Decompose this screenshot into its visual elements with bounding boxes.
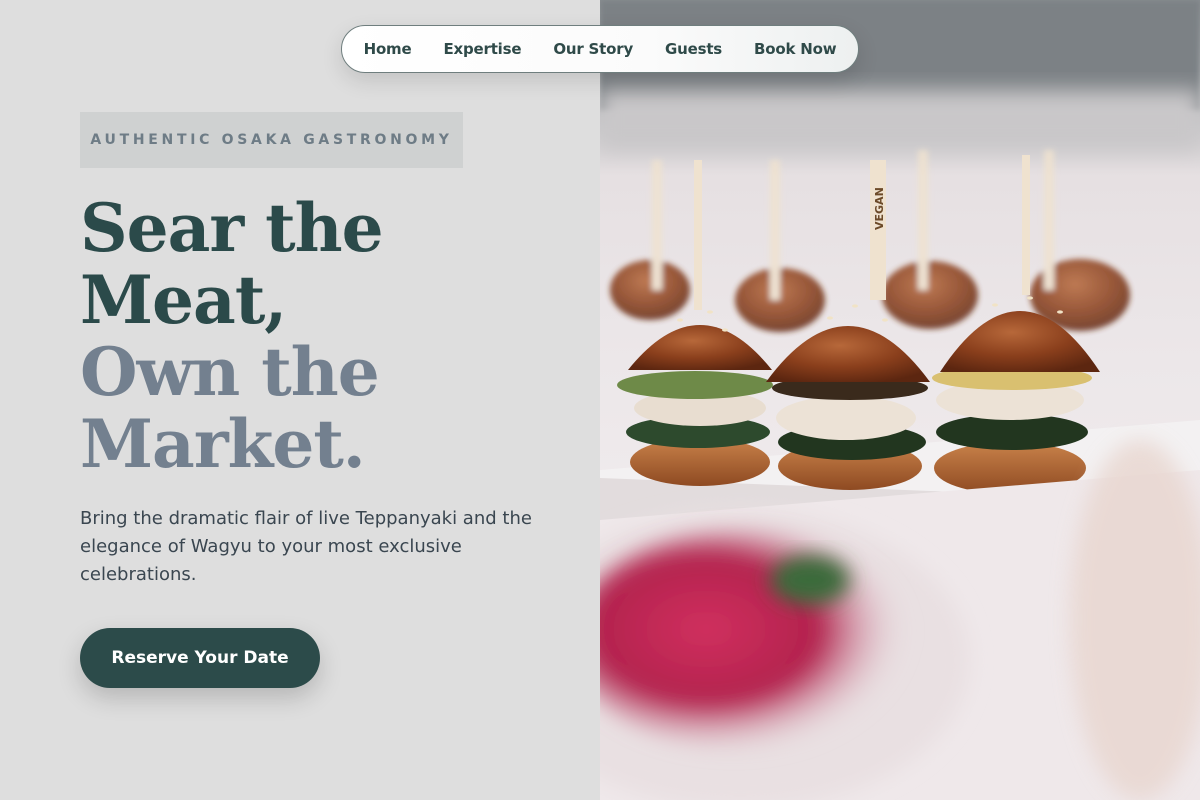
headline-line-2: Meat, [80, 261, 287, 339]
eyebrow-text: AUTHENTIC OSAKA GASTRONOMY [90, 132, 453, 148]
nav-guests-link[interactable]: Guests [665, 40, 722, 58]
hero-description: Bring the dramatic flair of live Teppany… [80, 508, 532, 585]
nav-expertise-link[interactable]: Expertise [443, 40, 521, 58]
hero-headline: Sear the Meat, Own the Market. [80, 189, 384, 483]
reserve-date-button[interactable]: Reserve Your Date [80, 628, 320, 688]
nav-book-now-link[interactable]: Book Now [754, 40, 837, 58]
pick-label: VEGAN [873, 187, 886, 230]
top-nav: Home Expertise Our Story Guests Book Now [341, 25, 859, 73]
headline-line-1: Sear the [80, 189, 384, 267]
eyebrow-badge: AUTHENTIC OSAKA GASTRONOMY [80, 112, 463, 168]
headline-line-4: Market. [80, 405, 366, 483]
nav-home-link[interactable]: Home [364, 40, 412, 58]
nav-our-story-link[interactable]: Our Story [553, 40, 633, 58]
headline-line-3: Own the [80, 333, 380, 411]
hero-photo: VEGAN [600, 0, 1200, 800]
sliders-photo: VEGAN [600, 0, 1200, 800]
